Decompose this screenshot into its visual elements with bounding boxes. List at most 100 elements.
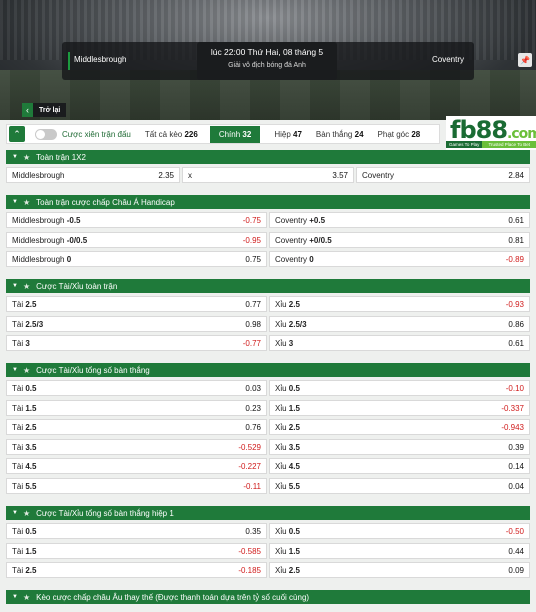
selection-name: Tài 2.5 bbox=[12, 299, 37, 309]
back-button[interactable]: ‹ Trở lại bbox=[22, 103, 67, 117]
section-header[interactable]: ▼ ★ Kèo cược chấp châu Âu thay thế (Được t… bbox=[6, 590, 530, 604]
tab-corners[interactable]: Phạt góc 28 bbox=[378, 130, 421, 139]
selection-name: Tài 3.5 bbox=[12, 442, 37, 452]
section-header[interactable]: ▼ ★ Toàn trận cược chấp Châu Á Handicap bbox=[6, 195, 530, 209]
selection-name: Xỉu 4.5 bbox=[275, 461, 300, 471]
odds-cell[interactable]: Tài 3.5 -0.529 bbox=[6, 439, 267, 455]
odds-value: -0.11 bbox=[243, 481, 261, 491]
odds-cell[interactable]: Tài 2.5/3 0.98 bbox=[6, 316, 267, 332]
odds-cell[interactable]: Xỉu 2.5 -0.943 bbox=[269, 419, 530, 435]
home-accent bbox=[68, 52, 70, 70]
odds-cell[interactable]: Tài 0.5 0.35 bbox=[6, 523, 267, 539]
tab-main[interactable]: Chính 32 bbox=[209, 125, 261, 143]
handicap-line: 3 bbox=[25, 338, 30, 348]
odds-cell[interactable]: Xỉu 2.5/3 0.86 bbox=[269, 316, 530, 332]
odds-cell[interactable]: Xỉu 1.5 0.44 bbox=[269, 543, 530, 559]
section-header[interactable]: ▼ ★ Cược Tài/Xỉu tổng số bàn thắng hiệp 1 bbox=[6, 506, 530, 520]
odds-cell[interactable]: Xỉu 2.5 -0.93 bbox=[269, 296, 530, 312]
kickoff-time: lúc 22:00 Thứ Hai, 08 tháng 5 bbox=[210, 47, 324, 57]
selection-name: Tài 1.5 bbox=[12, 403, 37, 413]
odds-cell[interactable]: Middlesbrough -0.5 -0.75 bbox=[6, 212, 267, 228]
section-header[interactable]: ▼ ★ Toàn trận 1X2 bbox=[6, 150, 530, 164]
logo-suffix: .com bbox=[507, 126, 536, 142]
odds-value: -0.227 bbox=[238, 461, 261, 471]
odds-cell[interactable]: Tài 1.5 0.23 bbox=[6, 400, 267, 416]
odds-cell[interactable]: Tài 3 -0.77 bbox=[6, 335, 267, 351]
selection-name: Tài 0.5 bbox=[12, 526, 37, 536]
handicap-line: 0.5 bbox=[288, 526, 300, 536]
section-header[interactable]: ▼ ★ Cược Tài/Xỉu toàn trận bbox=[6, 279, 530, 293]
star-icon[interactable]: ★ bbox=[23, 509, 30, 518]
odds-cell[interactable]: Tài 5.5 -0.11 bbox=[6, 478, 267, 494]
tab-goals[interactable]: Bàn thắng 24 bbox=[316, 130, 364, 139]
section-title: Cược Tài/Xỉu tổng số bàn thắng bbox=[36, 365, 150, 375]
selection-name: Xỉu 2.5/3 bbox=[275, 319, 307, 329]
odds-cell[interactable]: Middlesbrough -0/0.5 -0.95 bbox=[6, 232, 267, 248]
odds-value: 0.81 bbox=[508, 235, 524, 245]
odds-value: 0.23 bbox=[245, 403, 261, 413]
selection-name: Coventry +0/0.5 bbox=[275, 235, 332, 245]
odds-cell[interactable]: Coventry +0/0.5 0.81 bbox=[269, 232, 530, 248]
odds-cell[interactable]: Xỉu 1.5 -0.337 bbox=[269, 400, 530, 416]
star-icon[interactable]: ★ bbox=[23, 153, 30, 162]
odds-cell[interactable]: Xỉu 0.5 -0.10 bbox=[269, 380, 530, 396]
odds-value: 3.57 bbox=[332, 170, 348, 180]
pin-icon[interactable]: 📌 bbox=[518, 53, 532, 67]
odds-cell[interactable]: Coventry 2.84 bbox=[356, 167, 530, 183]
odds-cell[interactable]: Middlesbrough 2.35 bbox=[6, 167, 180, 183]
selection-name: Xỉu 2.5 bbox=[275, 299, 300, 309]
odds-value: 0.14 bbox=[508, 461, 524, 471]
handicap-line: 2.5/3 bbox=[25, 319, 44, 329]
odds-value: -0.75 bbox=[242, 215, 261, 225]
section-header[interactable]: ▼ ★ Cược Tài/Xỉu tổng số bàn thắng bbox=[6, 363, 530, 377]
star-icon[interactable]: ★ bbox=[23, 366, 30, 375]
odds-cell[interactable]: Coventry 0 -0.89 bbox=[269, 251, 530, 267]
odds-cell[interactable]: Middlesbrough 0 0.75 bbox=[6, 251, 267, 267]
odds-cell[interactable]: Xỉu 2.5 0.09 bbox=[269, 562, 530, 578]
handicap-line: 1.5 bbox=[288, 546, 300, 556]
handicap-line: 0.5 bbox=[25, 526, 37, 536]
odds-cell[interactable]: Coventry +0.5 0.61 bbox=[269, 212, 530, 228]
handicap-line: 3 bbox=[288, 338, 294, 348]
selection-name: Xỉu 2.5 bbox=[275, 565, 300, 575]
odds-value: 0.75 bbox=[245, 254, 261, 264]
odds-cell[interactable]: Xỉu 5.5 0.04 bbox=[269, 478, 530, 494]
selection-name: Middlesbrough bbox=[12, 170, 65, 180]
section-title: Kèo cược chấp châu Âu thay thế (Được tha… bbox=[36, 592, 310, 602]
odds-cell[interactable]: Xỉu 3 0.61 bbox=[269, 335, 530, 351]
odds-value: 0.61 bbox=[508, 215, 524, 225]
selection-name: Xỉu 3.5 bbox=[275, 442, 300, 452]
handicap-line: 5.5 bbox=[25, 481, 37, 491]
odds-value: 0.44 bbox=[508, 546, 524, 556]
odds-cell[interactable]: Xỉu 3.5 0.39 bbox=[269, 439, 530, 455]
odds-cell[interactable]: Tài 1.5 -0.585 bbox=[6, 543, 267, 559]
selection-name: Coventry +0.5 bbox=[275, 215, 326, 225]
tab-all[interactable]: Tất cả kèo 226 bbox=[145, 130, 198, 139]
collapse-all-icon[interactable]: ⌃ bbox=[9, 126, 25, 142]
odds-value: -0.185 bbox=[238, 565, 261, 575]
selection-name: Coventry 0 bbox=[275, 254, 314, 264]
odds-value: 0.04 bbox=[508, 481, 524, 491]
selection-name: Tài 3 bbox=[12, 338, 30, 348]
handicap-line: -0.5 bbox=[66, 215, 81, 225]
odds-cell[interactable]: Xỉu 0.5 -0.50 bbox=[269, 523, 530, 539]
parlay-toggle[interactable] bbox=[35, 128, 57, 140]
odds-cell[interactable]: Tài 2.5 -0.185 bbox=[6, 562, 267, 578]
odds-cell[interactable]: Tài 2.5 0.77 bbox=[6, 296, 267, 312]
market-filter-bar: ⌃ Cược xiên trận đấu Tất cả kèo 226 Chín… bbox=[6, 124, 440, 144]
star-icon[interactable]: ★ bbox=[23, 198, 30, 207]
odds-cell[interactable]: Xỉu 4.5 0.14 bbox=[269, 458, 530, 474]
odds-cell[interactable]: Tài 0.5 0.03 bbox=[6, 380, 267, 396]
tab-half[interactable]: Hiệp 47 bbox=[274, 130, 302, 139]
handicap-line: 3.5 bbox=[25, 442, 37, 452]
odds-value: 0.77 bbox=[245, 299, 261, 309]
star-icon[interactable]: ★ bbox=[23, 282, 30, 291]
odds-value: -0.93 bbox=[505, 299, 524, 309]
odds-value: -0.50 bbox=[505, 526, 524, 536]
odds-cell[interactable]: x 3.57 bbox=[182, 167, 354, 183]
star-icon[interactable]: ★ bbox=[23, 593, 30, 602]
odds-cell[interactable]: Tài 2.5 0.76 bbox=[6, 419, 267, 435]
caret-down-icon: ▼ bbox=[12, 154, 18, 160]
selection-name: Xỉu 3 bbox=[275, 338, 294, 348]
odds-cell[interactable]: Tài 4.5 -0.227 bbox=[6, 458, 267, 474]
